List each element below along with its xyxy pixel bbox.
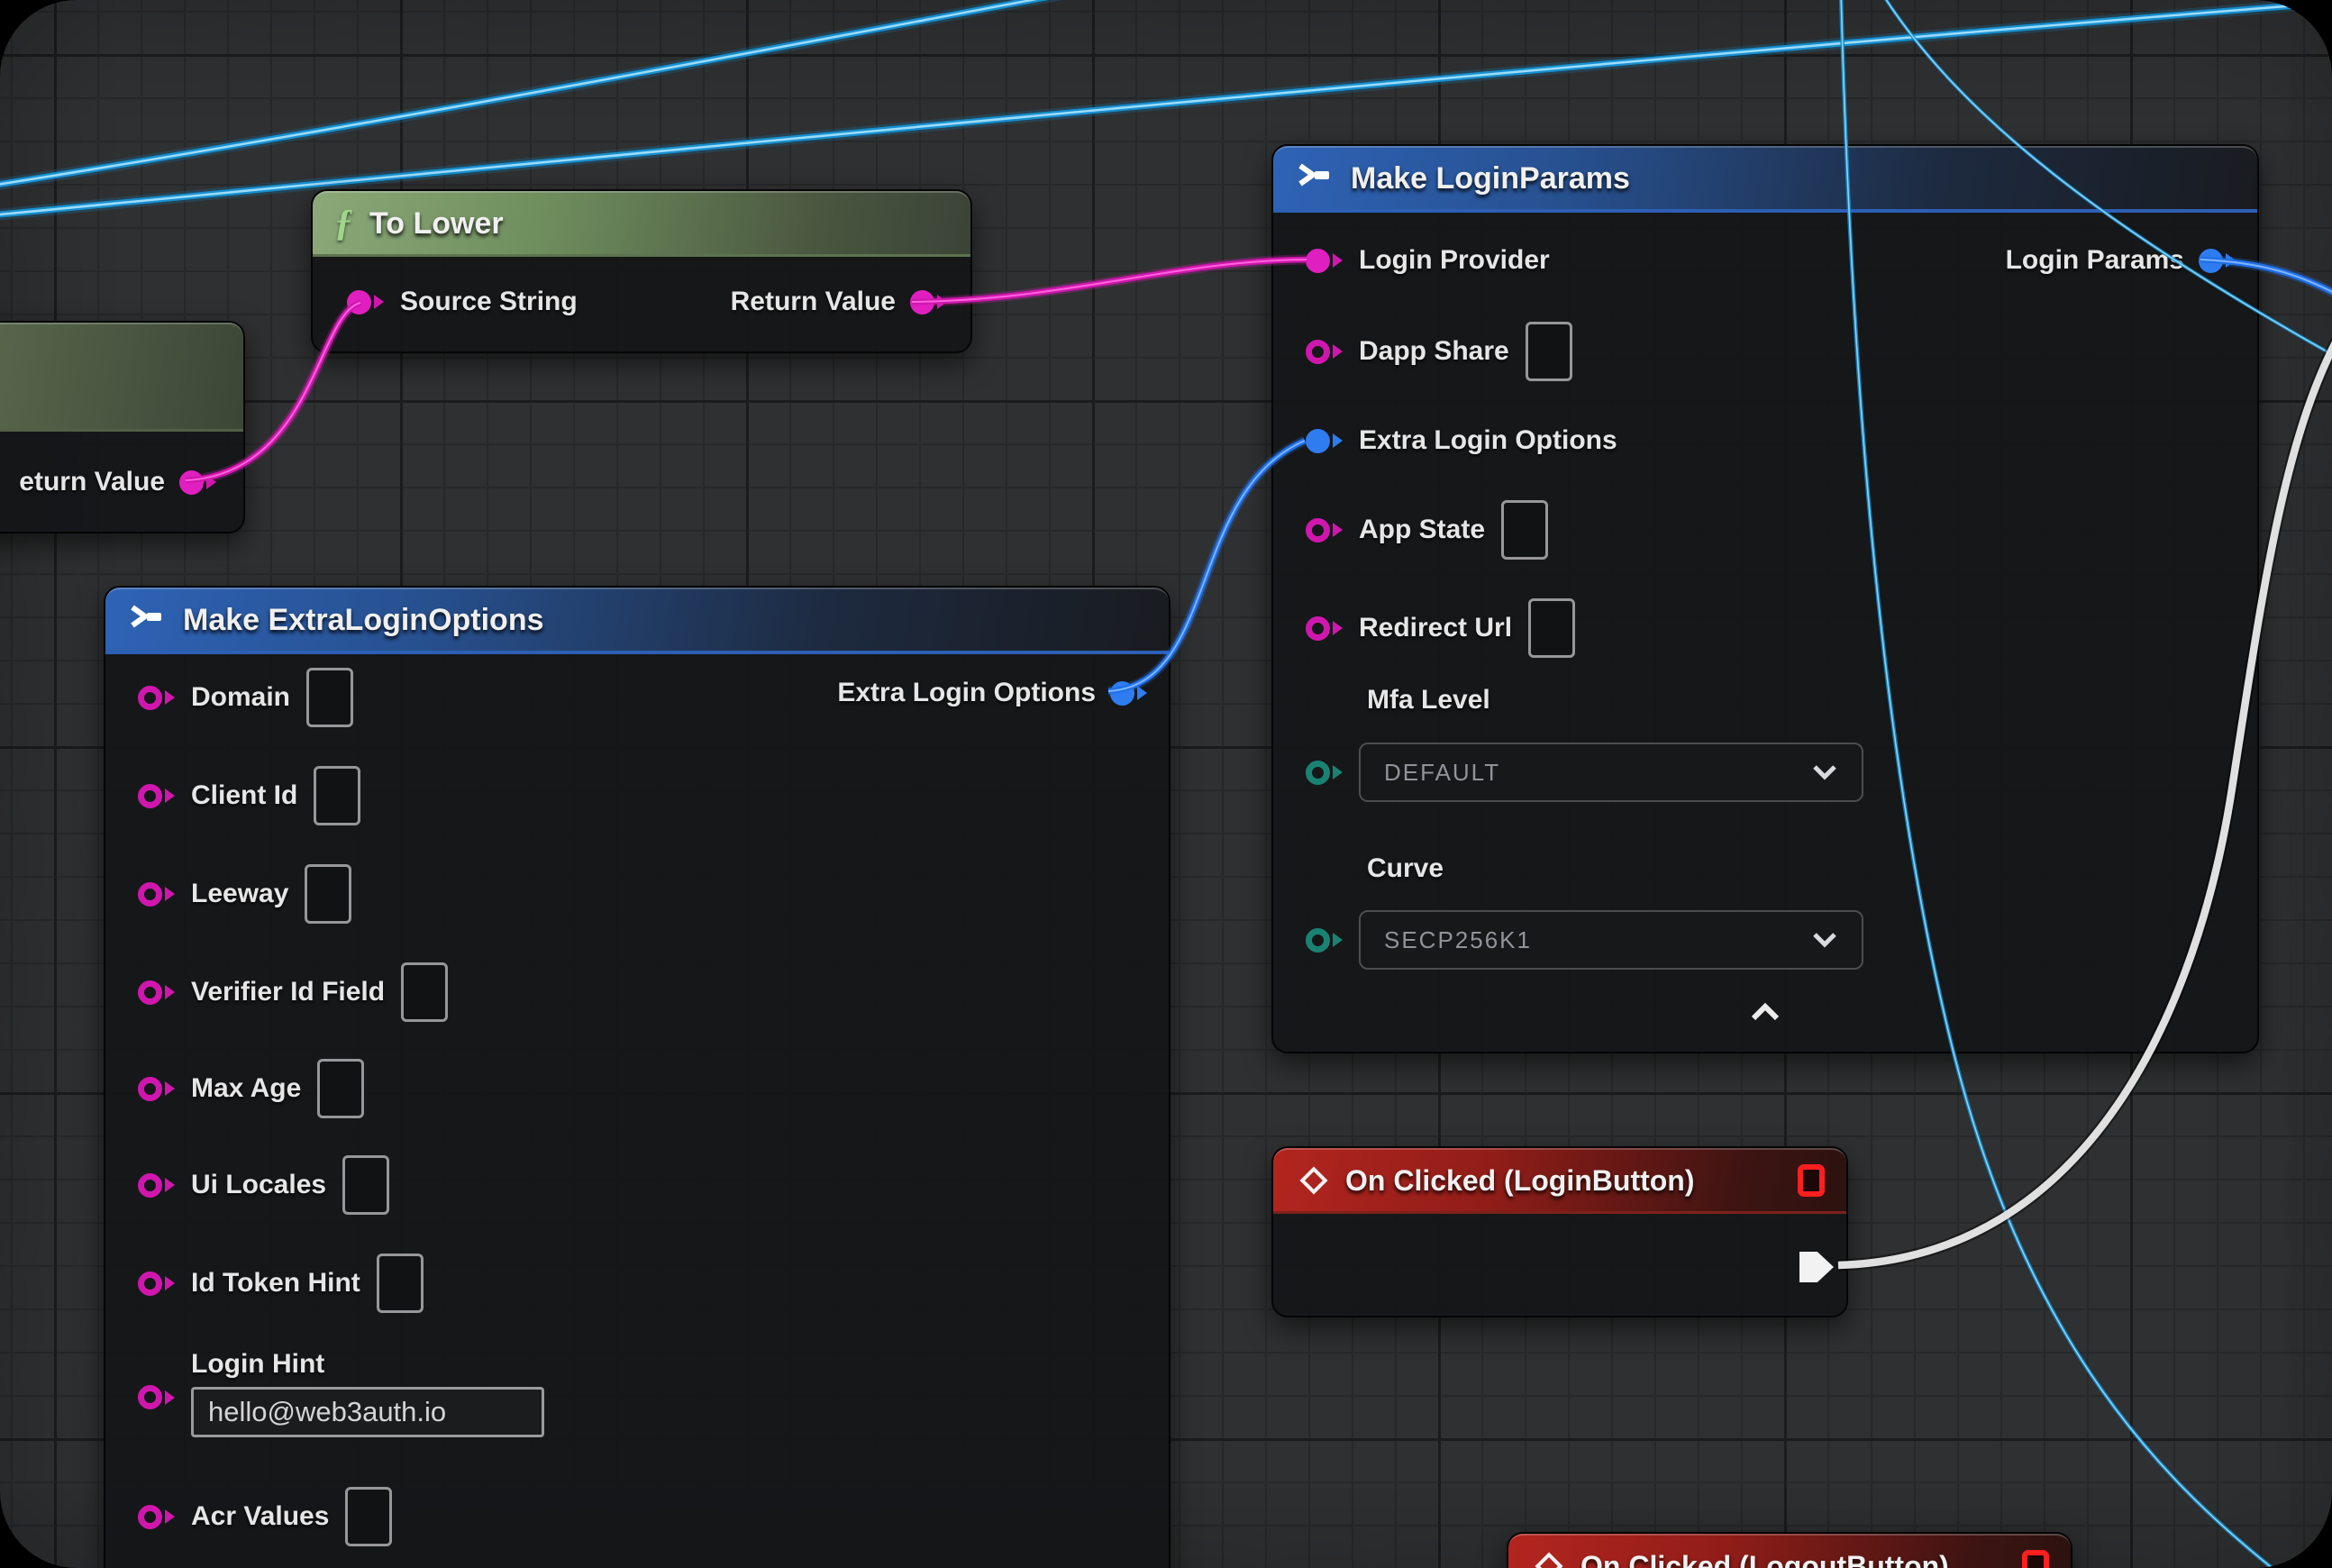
value-box-dapp-share[interactable] [1526,322,1572,381]
pin-label-return-value: eturn Value [19,467,165,497]
chevron-down-icon [1811,931,1838,949]
input-pin-ui-locales[interactable] [138,1173,175,1198]
make-struct-icon [127,602,167,638]
input-pin-id-token-hint[interactable] [138,1272,175,1296]
node-title: On Clicked (LoginButton) [1345,1164,1695,1198]
input-pin-login-provider[interactable] [1306,249,1343,273]
input-pin-extra-login-options[interactable] [1306,429,1343,453]
value-box-ui-locales[interactable] [342,1155,389,1215]
blueprint-graph-canvas[interactable]: tion ox (String) eturn Value ƒ To Lower … [0,0,2332,1568]
value-box-max-age[interactable] [317,1059,364,1118]
node-header: tion ox (String) [0,323,243,432]
value-box-app-state[interactable] [1501,500,1548,560]
input-pin-acr-values[interactable] [138,1505,175,1529]
event-diamond-icon [1295,1162,1333,1199]
pin-label-id-token-hint: Id Token Hint [191,1268,360,1299]
chevron-down-icon [1811,763,1838,781]
input-pin-verifier-id-field[interactable] [138,980,175,1005]
pin-label-ui-locales: Ui Locales [191,1170,326,1200]
collapse-node-button[interactable] [1747,1000,1783,1028]
node-header: On Clicked (LoginButton) [1273,1148,1846,1214]
input-pin-client-id[interactable] [138,784,175,808]
node-header: On Clicked (LogoutButton) [1508,1534,2071,1568]
pin-label-verifier-id-field: Verifier Id Field [191,977,385,1007]
node-on-clicked-logout-button[interactable]: On Clicked (LogoutButton) [1507,1532,2072,1568]
input-pin-leeway[interactable] [138,882,175,907]
pin-label-domain: Domain [191,682,290,713]
value-box-acr-values[interactable] [345,1487,392,1546]
node-make-extra-login-options[interactable]: Make ExtraLoginOptions Extra Login Optio… [104,586,1171,1568]
curve-dropdown[interactable]: SECP256K1 [1359,910,1863,970]
value-box-verifier-id-field[interactable] [401,962,448,1022]
value-box-leeway[interactable] [305,864,351,924]
node-title: To Lower [369,206,504,242]
value-box-client-id[interactable] [314,766,360,825]
event-diamond-icon [1530,1547,1568,1568]
input-pin-login-hint[interactable] [138,1385,175,1409]
exec-output-pin[interactable] [1799,1252,1834,1282]
node-header: ƒ To Lower [313,191,970,257]
pin-label-source-string: Source String [400,287,578,317]
value-box-redirect-url[interactable] [1528,598,1575,658]
chevron-up-icon [1747,1000,1783,1024]
pin-label-max-age: Max Age [191,1073,301,1104]
curve-value: SECP256K1 [1384,926,1532,954]
value-box-domain[interactable] [306,668,353,727]
pin-label-client-id: Client Id [191,780,297,811]
pin-label-app-state: App State [1359,515,1485,545]
node-make-login-params[interactable]: Make LoginParams Login Provider Login Pa… [1271,144,2259,1053]
node-header: Make ExtraLoginOptions [105,588,1169,654]
pin-label-leeway: Leeway [191,879,288,909]
mfa-level-value: DEFAULT [1384,759,1500,787]
pin-label-redirect-url: Redirect Url [1359,613,1512,643]
node-on-clicked-login-button[interactable]: On Clicked (LoginButton) [1271,1146,1848,1317]
pin-label-acr-values: Acr Values [191,1501,329,1532]
input-pin-dapp-share[interactable] [1306,340,1343,364]
pin-label-extra-login-options-out: Extra Login Options [837,678,1096,708]
function-icon: ƒ [334,205,353,242]
node-to-lower[interactable]: ƒ To Lower Source String Return Value [311,189,972,353]
pin-label-mfa-level: Mfa Level [1367,685,1490,716]
pin-label-extra-login-options: Extra Login Options [1359,425,1617,456]
node-title: Make LoginParams [1351,161,1630,196]
input-pin-redirect-url[interactable] [1306,616,1343,641]
node-get-text-partial[interactable]: tion ox (String) eturn Value [0,321,245,533]
node-title: Make ExtraLoginOptions [183,603,544,638]
delegate-pin[interactable] [1798,1164,1825,1197]
mfa-level-dropdown[interactable]: DEFAULT [1359,743,1863,802]
input-pin-app-state[interactable] [1306,518,1343,542]
pin-label-dapp-share: Dapp Share [1359,336,1509,367]
value-box-id-token-hint[interactable] [377,1253,424,1313]
input-pin-max-age[interactable] [138,1077,175,1101]
pin-label-curve: Curve [1367,853,1444,884]
input-pin-mfa-level[interactable] [1306,761,1343,785]
pin-label-login-provider: Login Provider [1359,245,1550,276]
pin-label-return-value: Return Value [731,287,896,317]
input-pin-domain[interactable] [138,686,175,710]
node-title: On Clicked (LogoutButton) [1580,1550,1949,1568]
make-struct-icon [1295,160,1335,196]
delegate-pin[interactable] [2022,1550,2049,1568]
input-pin-curve[interactable] [1306,928,1343,953]
pin-label-login-hint: Login Hint [191,1349,544,1380]
login-hint-input[interactable] [191,1387,544,1437]
node-header: Make LoginParams [1273,146,2257,213]
